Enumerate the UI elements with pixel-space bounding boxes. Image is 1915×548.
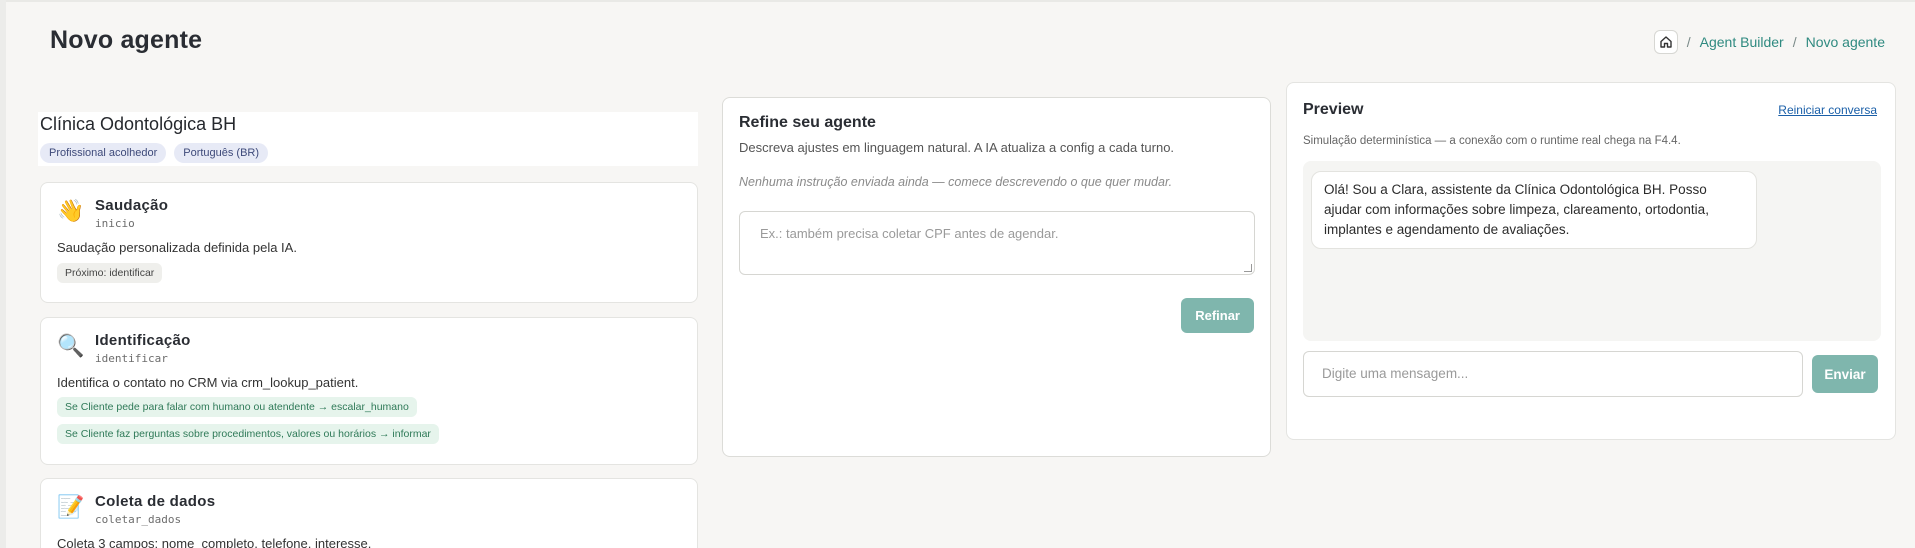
- transition-rule: Se Cliente pede para falar com humano ou…: [57, 397, 417, 417]
- step-card-saudacao[interactable]: 👋 Saudação inicio Saudação personalizada…: [40, 182, 698, 303]
- tag-tone: Profissional acolhedor: [40, 143, 167, 163]
- breadcrumb-agent-builder[interactable]: Agent Builder: [1700, 34, 1784, 50]
- refine-empty-state: Nenhuma instrução enviada ainda — comece…: [739, 175, 1173, 189]
- breadcrumb: / Agent Builder / Novo agente: [1653, 30, 1885, 54]
- agent-tags: Profissional acolhedor Português (BR): [40, 143, 696, 163]
- breadcrumb-separator: /: [1686, 34, 1691, 50]
- preview-subtitle: Simulação determinística — a conexão com…: [1303, 135, 1681, 147]
- waving-hand-icon: 👋: [57, 198, 85, 223]
- send-button[interactable]: Enviar: [1812, 355, 1878, 393]
- agent-name: Clínica Odontológica BH: [40, 114, 237, 134]
- step-title: Identificação: [95, 332, 191, 349]
- magnifier-icon: 🔍: [57, 333, 85, 358]
- agent-header: Clínica Odontológica BH Profissional aco…: [38, 112, 698, 166]
- refine-subtitle: Descreva ajustes em linguagem natural. A…: [739, 140, 1175, 155]
- memo-icon: 📝: [57, 494, 85, 519]
- refine-title: Refine seu agente: [739, 114, 876, 131]
- refine-button[interactable]: Refinar: [1181, 298, 1254, 333]
- step-id: inicio: [95, 217, 135, 230]
- step-description: Coleta 3 campos: nome_completo, telefone…: [57, 536, 372, 548]
- home-icon: [1660, 36, 1672, 48]
- chat-area: Olá! Sou a Clara, assistente da Clínica …: [1303, 161, 1881, 341]
- step-description: Identifica o contato no CRM via crm_look…: [57, 375, 359, 390]
- step-id: coletar_dados: [95, 513, 182, 526]
- step-description: Saudação personalizada definida pela IA.: [57, 240, 297, 255]
- home-button[interactable]: [1653, 30, 1678, 54]
- assistant-message: Olá! Sou a Clara, assistente da Clínica …: [1311, 171, 1757, 249]
- tag-language: Português (BR): [174, 143, 269, 163]
- step-id: identificar: [95, 352, 168, 365]
- resize-handle-icon[interactable]: [1244, 264, 1252, 272]
- breadcrumb-separator: /: [1792, 34, 1797, 50]
- step-card-coleta[interactable]: 📝 Coleta de dados coletar_dados Coleta 3…: [40, 478, 698, 548]
- refine-input[interactable]: Ex.: também precisa coletar CPF antes de…: [739, 211, 1255, 275]
- left-rail: [0, 0, 6, 548]
- refine-placeholder: Ex.: também precisa coletar CPF antes de…: [760, 226, 1059, 241]
- refine-panel: Refine seu agente Descreva ajustes em li…: [722, 97, 1271, 457]
- message-input[interactable]: Digite uma mensagem...: [1303, 351, 1803, 397]
- chat-input-row: Digite uma mensagem... Enviar: [1303, 351, 1879, 397]
- step-card-identificacao[interactable]: 🔍 Identificação identificar Identifica o…: [40, 317, 698, 465]
- page-title: Novo agente: [50, 26, 203, 54]
- restart-conversation-link[interactable]: Reiniciar conversa: [1778, 103, 1877, 117]
- transition-rule: Se Cliente faz perguntas sobre procedime…: [57, 424, 439, 444]
- step-title: Coleta de dados: [95, 493, 216, 510]
- step-title: Saudação: [95, 197, 169, 214]
- preview-panel: Preview Reiniciar conversa Simulação det…: [1286, 82, 1896, 440]
- breadcrumb-current: Novo agente: [1805, 34, 1885, 50]
- next-step-badge: Próximo: identificar: [57, 263, 163, 283]
- top-border: [0, 0, 1915, 2]
